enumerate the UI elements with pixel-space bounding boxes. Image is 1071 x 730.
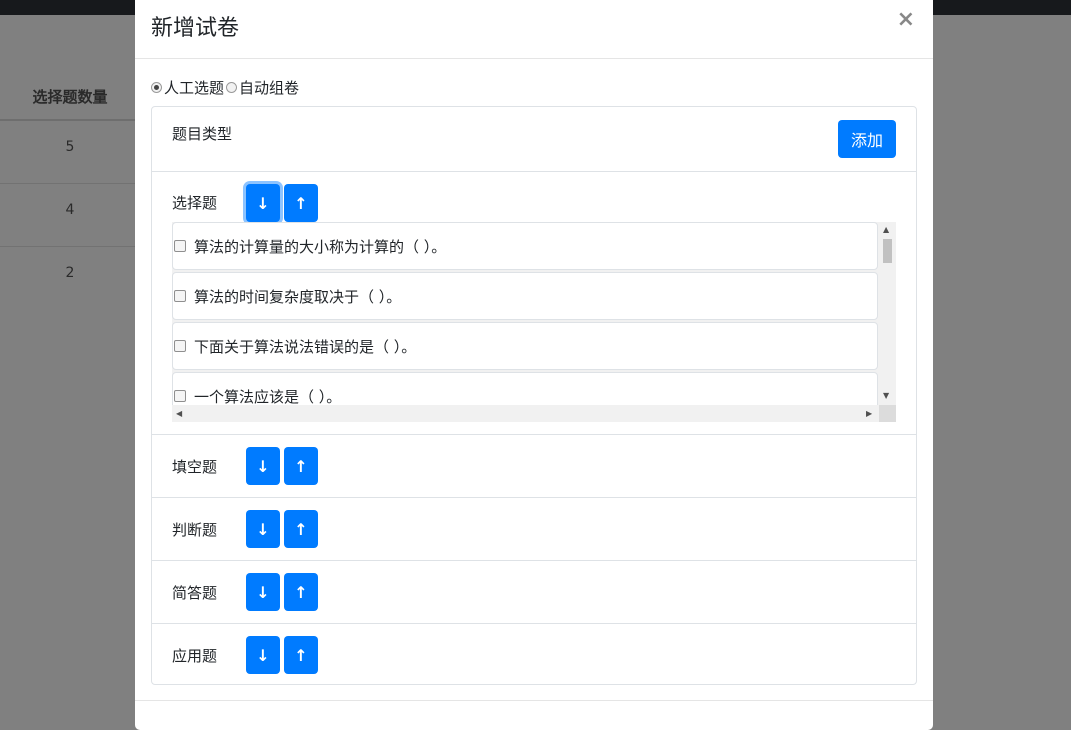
question-item[interactable]: 算法的计算量的大小称为计算的（ ）。 xyxy=(172,222,878,270)
horizontal-scrollbar[interactable]: ◀ ▶ xyxy=(172,405,879,422)
expand-down-button[interactable]: ↓ xyxy=(246,184,280,222)
question-type-card: 题目类型 添加 选择题 ↓ ↑ 算法的计算量的大小称为计算的（ ）。 算法的时间… xyxy=(151,106,917,685)
question-checkbox[interactable] xyxy=(174,240,186,252)
collapse-up-button[interactable]: ↑ xyxy=(284,447,318,485)
section-label: 选择题 xyxy=(172,194,218,212)
background-table-cell: 4 xyxy=(0,184,140,247)
collapse-up-button[interactable]: ↑ xyxy=(284,573,318,611)
collapse-up-button[interactable]: ↑ xyxy=(284,636,318,674)
modal-footer-divider xyxy=(135,700,933,701)
question-text: 下面关于算法说法错误的是（ ）。 xyxy=(194,337,417,356)
modal-title: 新增试卷 xyxy=(151,16,240,41)
collapse-up-button[interactable]: ↑ xyxy=(284,184,318,222)
expand-down-button[interactable]: ↓ xyxy=(246,636,280,674)
auto-generate-label[interactable]: 自动组卷 xyxy=(239,77,299,98)
question-list[interactable]: 算法的计算量的大小称为计算的（ ）。 算法的时间复杂度取决于（ ）。 下面关于算… xyxy=(172,222,896,422)
background-table: 选择题数量 5 4 2 xyxy=(0,57,140,310)
question-text: 一个算法应该是（ ）。 xyxy=(194,387,342,406)
question-text: 算法的时间复杂度取决于（ ）。 xyxy=(194,287,402,306)
question-checkbox[interactable] xyxy=(174,290,186,302)
scroll-up-icon[interactable]: ▲ xyxy=(883,225,889,234)
add-button[interactable]: 添加 xyxy=(838,120,896,158)
background-table-cell: 5 xyxy=(0,121,140,184)
section-label: 简答题 xyxy=(172,584,218,602)
section-label: 判断题 xyxy=(172,521,218,539)
background-table-cell: 2 xyxy=(65,265,75,281)
section-fill-blank: 填空题 ↓ ↑ xyxy=(152,435,916,498)
question-item[interactable]: 算法的时间复杂度取决于（ ）。 xyxy=(172,272,878,320)
question-item[interactable]: 下面关于算法说法错误的是（ ）。 xyxy=(172,322,878,370)
question-type-title: 题目类型 xyxy=(172,125,233,143)
modal-header: 新增试卷 × xyxy=(135,0,933,59)
question-checkbox[interactable] xyxy=(174,390,186,402)
section-true-false: 判断题 ↓ ↑ xyxy=(152,498,916,561)
auto-generate-radio[interactable] xyxy=(226,82,238,93)
manual-select-label[interactable]: 人工选题 xyxy=(164,77,224,98)
section-label: 填空题 xyxy=(172,458,218,476)
scroll-right-icon[interactable]: ▶ xyxy=(866,409,872,418)
close-button[interactable]: × xyxy=(897,8,915,32)
card-header: 题目类型 添加 xyxy=(152,107,916,172)
expand-down-button[interactable]: ↓ xyxy=(246,447,280,485)
scrollbar-thumb[interactable] xyxy=(883,239,892,263)
expand-down-button[interactable]: ↓ xyxy=(246,573,280,611)
question-checkbox[interactable] xyxy=(174,340,186,352)
vertical-scrollbar[interactable]: ▲ ▼ xyxy=(879,222,896,405)
section-short-answer: 简答题 ↓ ↑ xyxy=(152,561,916,624)
section-choice: 选择题 ↓ ↑ 算法的计算量的大小称为计算的（ ）。 算法的时间复杂度取决于（ … xyxy=(152,172,916,435)
new-paper-modal: 新增试卷 × 人工选题 自动组卷 题目类型 添加 选择题 ↓ ↑ 算法的计算量的… xyxy=(135,0,933,730)
scroll-down-icon[interactable]: ▼ xyxy=(883,391,889,400)
expand-down-button[interactable]: ↓ xyxy=(246,510,280,548)
question-text: 算法的计算量的大小称为计算的（ ）。 xyxy=(194,237,447,256)
background-table-header: 选择题数量 xyxy=(0,57,140,121)
manual-select-radio[interactable] xyxy=(151,82,162,93)
collapse-up-button[interactable]: ↑ xyxy=(284,510,318,548)
section-label: 应用题 xyxy=(172,647,218,665)
mode-selector: 人工选题 自动组卷 xyxy=(151,77,301,98)
section-application: 应用题 ↓ ↑ xyxy=(152,624,916,686)
scroll-left-icon[interactable]: ◀ xyxy=(176,409,182,418)
scrollbar-corner xyxy=(879,405,896,422)
